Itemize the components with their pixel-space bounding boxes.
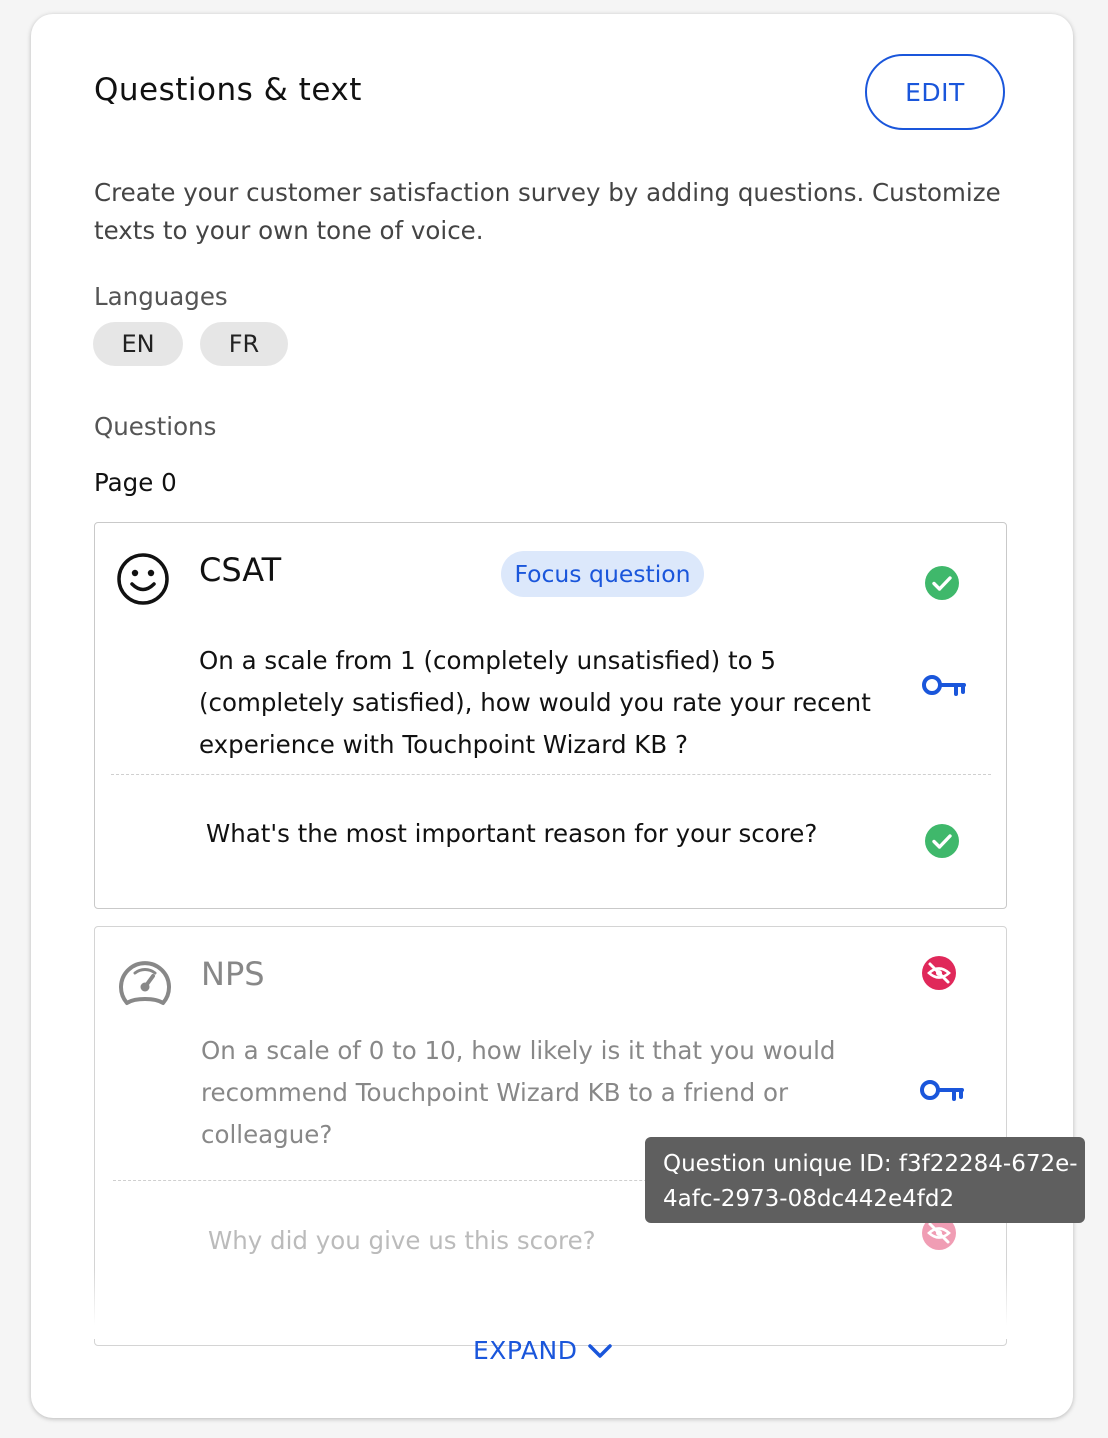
- followup-question-text: What's the most important reason for you…: [206, 819, 818, 848]
- chevron-down-icon: [588, 1343, 613, 1358]
- check-circle-icon: [925, 824, 959, 858]
- section-title: Questions & text: [94, 72, 362, 108]
- question-name: NPS: [201, 955, 265, 993]
- question-id-tooltip: Question unique ID: f3f22284-672e-4afc-2…: [645, 1137, 1085, 1223]
- focus-question-badge: Focus question: [501, 551, 704, 597]
- followup-question-text: Why did you give us this score?: [208, 1226, 596, 1255]
- key-icon[interactable]: [919, 1075, 965, 1105]
- language-chip-fr[interactable]: FR: [200, 322, 288, 366]
- question-name: CSAT: [199, 551, 282, 589]
- content-fade: [31, 1269, 1073, 1339]
- question-divider: [111, 774, 991, 775]
- smiley-icon: [117, 553, 169, 605]
- questions-label: Questions: [94, 412, 217, 441]
- section-description: Create your customer satisfaction survey…: [94, 178, 1001, 245]
- gauge-icon: [119, 961, 171, 1005]
- check-circle-icon: [925, 566, 959, 600]
- expand-button[interactable]: EXPAND: [473, 1336, 613, 1365]
- edit-button[interactable]: EDIT: [865, 54, 1005, 130]
- question-card-csat[interactable]: CSAT Focus question On a scale from 1 (c…: [94, 522, 1007, 909]
- languages-label: Languages: [94, 282, 228, 311]
- expand-label: EXPAND: [473, 1336, 578, 1365]
- key-icon[interactable]: [921, 670, 967, 700]
- question-text: On a scale from 1 (completely unsatisfie…: [199, 646, 871, 759]
- page-label: Page 0: [94, 468, 177, 497]
- language-chip-en[interactable]: EN: [93, 322, 183, 366]
- disabled-eye-icon: [922, 956, 956, 990]
